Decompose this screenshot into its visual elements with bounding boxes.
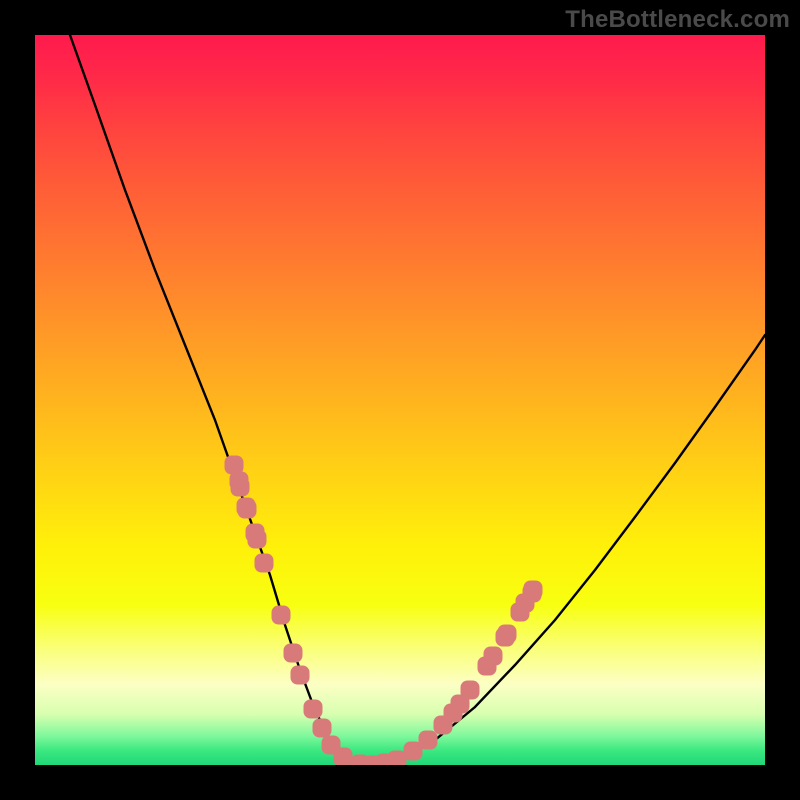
curve-svg xyxy=(35,35,765,765)
curve-marker xyxy=(484,647,503,666)
curve-marker xyxy=(272,606,291,625)
curve-marker xyxy=(334,748,353,766)
curve-marker xyxy=(248,530,267,549)
curve-marker xyxy=(231,478,250,497)
curve-marker xyxy=(419,731,438,750)
watermark-text: TheBottleneck.com xyxy=(565,6,790,34)
curve-marker xyxy=(238,500,257,519)
curve-marker xyxy=(291,666,310,685)
marker-group xyxy=(225,456,543,766)
curve-marker xyxy=(461,681,480,700)
curve-marker xyxy=(304,700,323,719)
curve-marker xyxy=(255,554,274,573)
bottleneck-curve xyxy=(70,35,765,765)
chart-frame: TheBottleneck.com xyxy=(0,0,800,800)
curve-marker xyxy=(498,625,517,644)
curve-marker xyxy=(313,719,332,738)
plot-area xyxy=(35,35,765,765)
curve-marker xyxy=(284,644,303,663)
curve-marker xyxy=(524,581,543,600)
